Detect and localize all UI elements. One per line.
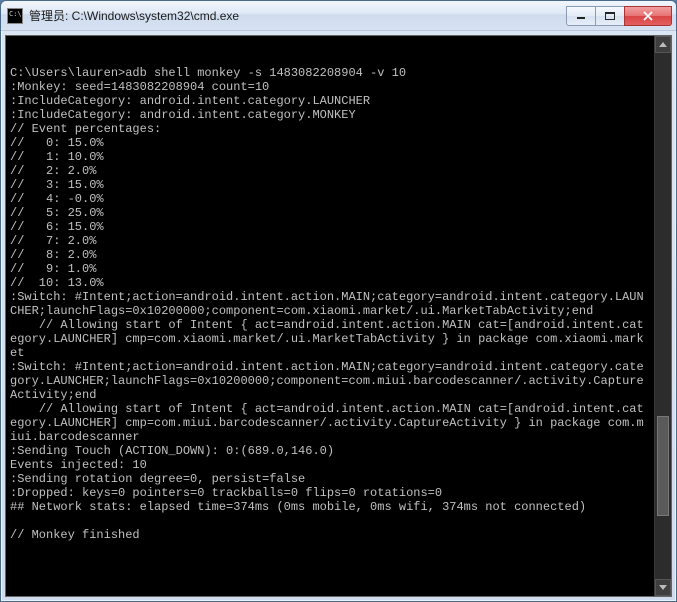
client-area: C:\Users\lauren>adb shell monkey -s 1483… xyxy=(1,31,676,601)
cmd-icon xyxy=(7,8,23,24)
window-buttons xyxy=(567,6,672,26)
output-line: :IncludeCategory: android.intent.categor… xyxy=(10,94,370,108)
output-line: // 5: 25.0% xyxy=(10,206,104,220)
output-line: :Monkey: seed=1483082208904 count=10 xyxy=(10,80,269,94)
output-line: :IncludeCategory: android.intent.categor… xyxy=(10,108,356,122)
output-line: // Allowing start of Intent { act=androi… xyxy=(10,318,644,360)
output-line: // 7: 2.0% xyxy=(10,234,96,248)
output-line: :Sending Touch (ACTION_DOWN): 0:(689.0,1… xyxy=(10,444,334,458)
minimize-button[interactable] xyxy=(566,6,596,26)
prompt: C:\Users\lauren> xyxy=(10,66,125,80)
scroll-down-button[interactable] xyxy=(655,579,671,596)
output-line: :Switch: #Intent;action=android.intent.a… xyxy=(10,290,644,318)
console-output: C:\Users\lauren>adb shell monkey -s 1483… xyxy=(10,66,667,542)
output-line: // 2: 2.0% xyxy=(10,164,96,178)
console[interactable]: C:\Users\lauren>adb shell monkey -s 1483… xyxy=(5,35,672,597)
chevron-down-icon xyxy=(659,585,667,590)
scroll-up-button[interactable] xyxy=(655,36,671,53)
close-icon xyxy=(642,11,654,21)
output-line: // 10: 13.0% xyxy=(10,276,104,290)
output-line: // Allowing start of Intent { act=androi… xyxy=(10,402,644,444)
output-line: :Switch: #Intent;action=android.intent.a… xyxy=(10,360,644,402)
output-line: // 1: 10.0% xyxy=(10,150,104,164)
cmd-window: 管理员: C:\Windows\system32\cmd.exe C:\User… xyxy=(0,0,677,602)
maximize-icon xyxy=(605,12,615,20)
output-line: ## Network stats: elapsed time=374ms (0m… xyxy=(10,500,586,514)
output-line: // 9: 1.0% xyxy=(10,262,96,276)
output-line: // 0: 15.0% xyxy=(10,136,104,150)
maximize-button[interactable] xyxy=(595,6,625,26)
titlebar[interactable]: 管理员: C:\Windows\system32\cmd.exe xyxy=(1,1,676,31)
output-line: // Event percentages: xyxy=(10,122,161,136)
output-line: // 4: -0.0% xyxy=(10,192,104,206)
output-line: // 6: 15.0% xyxy=(10,220,104,234)
output-line: :Sending rotation degree=0, persist=fals… xyxy=(10,472,305,486)
output-line: // 8: 2.0% xyxy=(10,248,96,262)
scroll-thumb[interactable] xyxy=(657,416,669,516)
window-title: 管理员: C:\Windows\system32\cmd.exe xyxy=(29,7,567,24)
chevron-up-icon xyxy=(659,42,667,47)
command-text: adb shell monkey -s 1483082208904 -v 10 xyxy=(125,66,406,80)
output-line: // 3: 15.0% xyxy=(10,178,104,192)
output-line: Events injected: 10 xyxy=(10,458,147,472)
vertical-scrollbar[interactable] xyxy=(654,36,671,596)
output-line: // Monkey finished xyxy=(10,528,140,542)
close-button[interactable] xyxy=(624,6,672,26)
output-line: :Dropped: keys=0 pointers=0 trackballs=0… xyxy=(10,486,442,500)
minimize-icon xyxy=(576,12,586,20)
